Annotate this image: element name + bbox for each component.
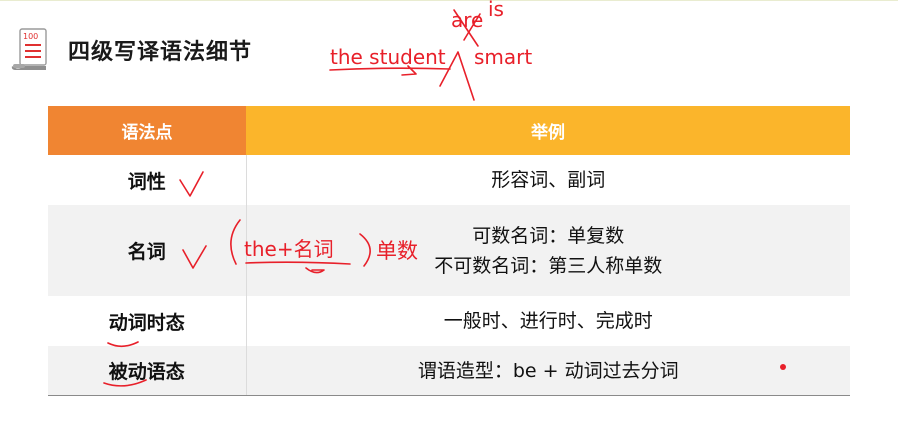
table-row: 名词 可数名词：单复数 不可数名词：第三人称单数 bbox=[48, 205, 850, 296]
example-text: 形容词、副词 bbox=[491, 169, 606, 191]
table-row: 词性 形容词、副词 bbox=[48, 155, 850, 205]
table-row: 动词时态 一般时、进行时、完成时 bbox=[48, 296, 850, 346]
example-text: 不可数名词：第三人称单数 bbox=[434, 254, 663, 277]
example-text: 可数名词：单复数 bbox=[472, 224, 625, 247]
grammar-point-cell: 动词时态 bbox=[48, 296, 247, 346]
top-rule bbox=[0, 0, 898, 1]
document-list-icon: 100 bbox=[11, 28, 47, 70]
svg-text:100: 100 bbox=[23, 32, 38, 41]
annotation-subject: the student bbox=[330, 45, 446, 69]
annotation-caret-mark bbox=[439, 51, 475, 101]
grammar-point-cell: 被动语态 bbox=[48, 346, 247, 396]
example-cell: 可数名词：单复数 不可数名词：第三人称单数 bbox=[246, 205, 850, 296]
example-cell: 形容词、副词 bbox=[246, 155, 850, 205]
annotation-strike-stroke bbox=[463, 13, 481, 41]
column-header-grammar-point: 语法点 bbox=[48, 106, 246, 155]
annotation-adjective: smart bbox=[474, 45, 532, 69]
annotation-verb-crossed: are bbox=[451, 8, 483, 32]
column-header-example: 举例 bbox=[246, 106, 850, 155]
grammar-point-cell: 名词 bbox=[48, 205, 247, 296]
annotation-underline-stroke bbox=[329, 65, 451, 76]
grammar-table: 语法点 举例 词性 形容词、副词 名词 可数名词：单复数 不可数名词：第三人称单… bbox=[48, 106, 850, 396]
annotation-strike-stroke bbox=[453, 9, 479, 47]
example-cell: 谓语造型：be + 动词过去分词 bbox=[246, 346, 850, 396]
example-cell: 一般时、进行时、完成时 bbox=[246, 296, 850, 346]
example-text: 一般时、进行时、完成时 bbox=[443, 310, 653, 332]
annotation-verb-correct: is bbox=[488, 0, 504, 21]
page-title: 四级写译语法细节 bbox=[68, 40, 253, 65]
grammar-point-cell: 词性 bbox=[48, 155, 247, 205]
table-row: 被动语态 谓语造型：be + 动词过去分词 bbox=[48, 346, 850, 396]
example-text: 谓语造型：be + 动词过去分词 bbox=[417, 359, 679, 382]
table-header-row: 语法点 举例 bbox=[48, 106, 850, 155]
